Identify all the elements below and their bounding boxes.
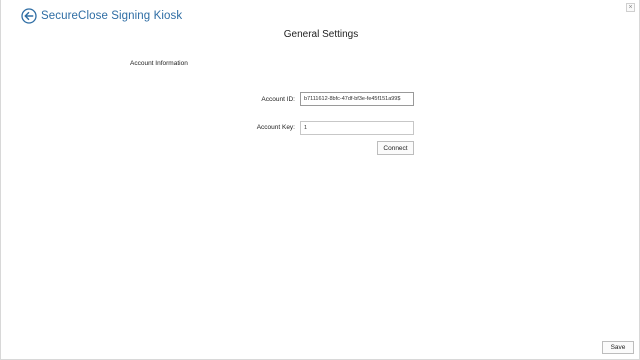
settings-window: × SecureClose Signing Kiosk General Sett…: [0, 0, 640, 360]
back-arrow-circle-icon[interactable]: [21, 8, 37, 24]
account-key-input[interactable]: [300, 121, 414, 135]
app-header: SecureClose Signing Kiosk: [21, 8, 182, 24]
window-close-button[interactable]: ×: [626, 3, 635, 12]
account-information-heading: Account Information: [130, 60, 188, 67]
page-title: General Settings: [283, 29, 359, 40]
account-key-label: Account Key:: [256, 124, 295, 131]
account-id-label: Account ID:: [261, 96, 295, 103]
connect-button[interactable]: Connect: [377, 141, 414, 155]
save-button[interactable]: Save: [602, 341, 634, 354]
account-id-input[interactable]: [300, 92, 414, 106]
app-title: SecureClose Signing Kiosk: [41, 10, 183, 22]
